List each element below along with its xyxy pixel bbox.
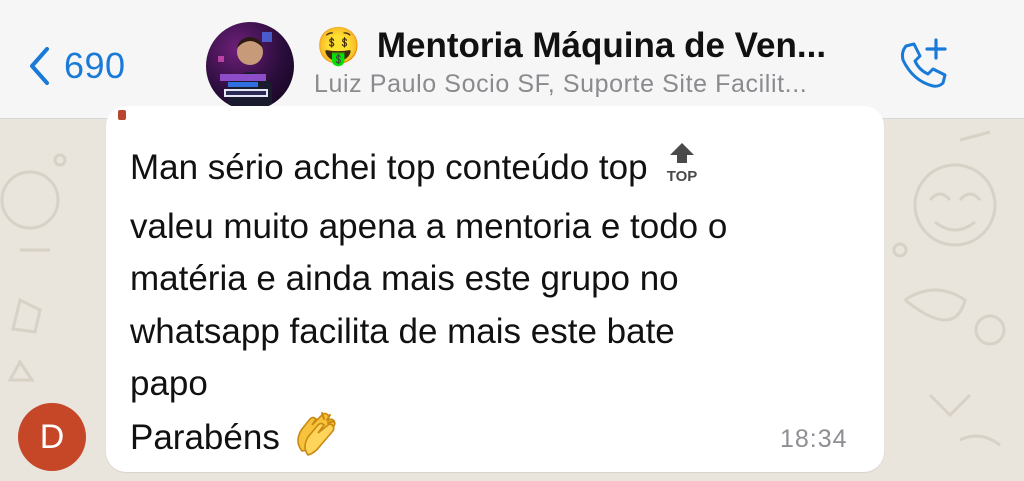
add-call-button[interactable] (892, 36, 952, 96)
clapping-hands-icon (292, 411, 338, 473)
message-time: 18:34 (780, 425, 848, 453)
chat-title: Mentoria Máquina de Ven... (376, 26, 827, 65)
chat-header: 690 🤑 Mentoria Máquina de Ven... Luiz Pa… (0, 0, 1024, 119)
message-line: papo (130, 364, 208, 403)
unread-count: 690 (64, 45, 126, 86)
top-label: TOP (666, 168, 697, 185)
sender-avatar[interactable]: D (18, 403, 86, 471)
message-line: Parabéns (130, 411, 850, 473)
message-line: Man sério achei top conteúdo top TOP (130, 141, 850, 201)
message-text: Man sério achei top conteúdo top TOP val… (130, 141, 850, 472)
chat-screen: 690 🤑 Mentoria Máquina de Ven... Luiz Pa… (0, 0, 1024, 481)
message-line: whatsapp facilita de mais este bate (130, 311, 675, 351)
message-line: matéria e ainda mais este grupo no (130, 259, 679, 298)
top-arrow-icon: TOP (662, 141, 702, 201)
message-line: valeu muito apena a mentoria e todo o (130, 206, 728, 246)
reply-marker (118, 110, 126, 120)
group-avatar-image (218, 32, 272, 110)
back-button[interactable]: 690 (28, 38, 126, 94)
add-call-icon (900, 38, 947, 88)
chevron-left-icon (30, 47, 49, 85)
group-avatar[interactable] (206, 22, 294, 110)
money-mouth-emoji: 🤑 (316, 25, 361, 66)
chat-title-row[interactable]: 🤑 Mentoria Máquina de Ven... (316, 24, 826, 68)
chat-participants[interactable]: Luiz Paulo Socio SF, Suporte Site Facili… (314, 70, 807, 99)
